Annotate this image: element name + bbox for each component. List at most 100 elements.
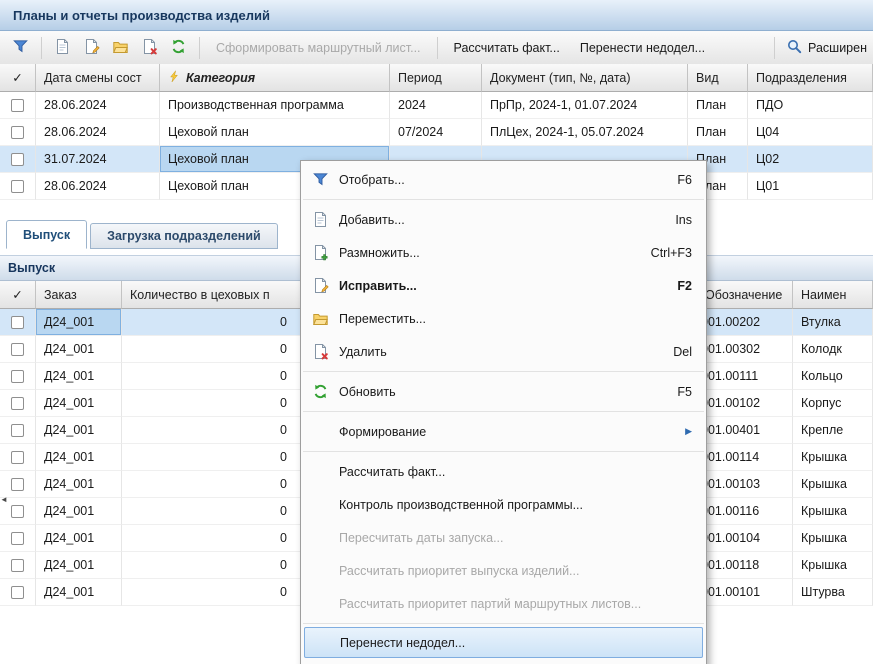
column-header-check[interactable]: ✓ <box>0 64 36 92</box>
cell-designation: 001.00118 <box>697 552 793 579</box>
menu-item-filter[interactable]: Отобрать... F6 <box>301 163 706 196</box>
splitter-collapse-arrow[interactable]: ◄ <box>0 488 10 510</box>
menu-item-refresh[interactable]: Обновить F5 <box>301 375 706 408</box>
menu-item-label: Пересчитать даты запуска... <box>339 531 504 545</box>
filter-button[interactable] <box>7 35 34 61</box>
row-checkbox[interactable] <box>11 478 24 491</box>
row-checkbox-cell <box>0 552 36 579</box>
menu-item-shortcut: Ctrl+F3 <box>631 246 692 260</box>
menu-item-edit[interactable]: Исправить... F2 <box>301 269 706 302</box>
cell-order: Д24_001 <box>36 390 122 417</box>
toolbar-separator <box>774 37 775 59</box>
column-header-designation[interactable]: Обозначение <box>697 281 793 309</box>
row-checkbox-cell <box>0 173 36 200</box>
row-checkbox-cell <box>0 92 36 119</box>
cell-category: Производственная программа <box>160 92 390 119</box>
row-checkbox[interactable] <box>11 343 24 356</box>
cell-name: Втулка <box>793 309 873 336</box>
cell-name: Крышка <box>793 444 873 471</box>
menu-item-calc-fact[interactable]: Рассчитать факт... <box>301 455 706 488</box>
cell-order: Д24_001 <box>36 579 122 606</box>
column-header-check[interactable]: ✓ <box>0 281 36 309</box>
cell-order: Д24_001 <box>36 525 122 552</box>
cell-date: 28.06.2024 <box>36 173 160 200</box>
delete-document-icon <box>310 335 330 368</box>
menu-separator <box>303 199 704 200</box>
menu-item-move[interactable]: Переместить... <box>301 302 706 335</box>
menu-item-delete[interactable]: Удалить Del <box>301 335 706 368</box>
menu-item-duplicate[interactable]: Размножить... Ctrl+F3 <box>301 236 706 269</box>
menu-item-priority-route-batches: Рассчитать приоритет партий маршрутных л… <box>301 587 706 620</box>
cell-division: Ц02 <box>748 146 873 173</box>
row-checkbox[interactable] <box>11 586 24 599</box>
row-checkbox-cell <box>0 363 36 390</box>
cell-period: 07/2024 <box>390 119 482 146</box>
row-checkbox[interactable] <box>11 126 24 139</box>
column-header-name[interactable]: Наимен <box>793 281 873 309</box>
edit-button[interactable] <box>78 35 105 61</box>
row-checkbox[interactable] <box>11 153 24 166</box>
column-header-division[interactable]: Подразделения <box>748 64 873 92</box>
menu-item-label: Переместить... <box>339 312 426 326</box>
carry-over-button[interactable]: Перенести недодел... <box>570 37 715 59</box>
menu-item-add[interactable]: Добавить... Ins <box>301 203 706 236</box>
table-row[interactable]: 28.06.2024 Производственная программа 20… <box>0 92 873 119</box>
row-checkbox[interactable] <box>11 370 24 383</box>
row-checkbox[interactable] <box>11 397 24 410</box>
cell-name: Крышка <box>793 552 873 579</box>
add-button[interactable] <box>49 35 76 61</box>
cell-name: Штурва <box>793 579 873 606</box>
toolbar: Сформировать маршрутный лист... Рассчита… <box>0 31 873 65</box>
cell-name: Крепле <box>793 417 873 444</box>
tab-zagruzka-podrazdeleniy[interactable]: Загрузка подразделений <box>90 223 278 249</box>
menu-item-label: Рассчитать приоритет выпуска изделий... <box>339 564 579 578</box>
row-checkbox[interactable] <box>11 451 24 464</box>
column-header-order[interactable]: Заказ <box>36 281 122 309</box>
row-checkbox[interactable] <box>11 316 24 329</box>
cell-name: Колодк <box>793 336 873 363</box>
column-header-qty[interactable]: Количество в цеховых п <box>122 281 302 309</box>
column-header-period[interactable]: Период <box>390 64 482 92</box>
row-checkbox[interactable] <box>11 505 24 518</box>
row-checkbox[interactable] <box>11 424 24 437</box>
cell-period: 2024 <box>390 92 482 119</box>
menu-separator <box>303 451 704 452</box>
tab-strip: Выпуск Загрузка подразделений <box>6 220 278 249</box>
cell-name: Корпус <box>793 390 873 417</box>
row-checkbox[interactable] <box>11 99 24 112</box>
delete-button[interactable] <box>136 35 163 61</box>
row-checkbox-cell <box>0 146 36 173</box>
refresh-button[interactable] <box>165 35 192 61</box>
menu-item-program-control[interactable]: Контроль производственной программы... <box>301 488 706 521</box>
column-header-kind[interactable]: Вид <box>688 64 748 92</box>
cell-order: Д24_001 <box>36 444 122 471</box>
menu-item-shortcut: F6 <box>657 173 692 187</box>
extended-search-label: Расширен <box>808 41 867 55</box>
cell-qty: 0 <box>122 309 302 336</box>
column-header-category[interactable]: Категория <box>160 64 390 92</box>
cell-qty: 0 <box>122 444 302 471</box>
cell-order-focused: Д24_001 <box>36 309 122 336</box>
row-checkbox-cell <box>0 525 36 552</box>
extended-search-button[interactable]: Расширен <box>768 37 867 59</box>
column-header-date[interactable]: Дата смены сост <box>36 64 160 92</box>
tab-vypusk[interactable]: Выпуск <box>6 220 87 249</box>
menu-item-formation[interactable]: Формирование ▶ <box>301 415 706 448</box>
row-checkbox[interactable] <box>11 180 24 193</box>
delete-document-icon <box>141 38 158 58</box>
form-route-sheet-button[interactable]: Сформировать маршрутный лист... <box>206 37 431 59</box>
cell-qty: 0 <box>122 579 302 606</box>
cell-qty: 0 <box>122 471 302 498</box>
move-button[interactable] <box>107 35 134 61</box>
row-checkbox[interactable] <box>11 559 24 572</box>
calc-fact-button[interactable]: Рассчитать факт... <box>444 37 570 59</box>
cell-kind: План <box>688 119 748 146</box>
cell-designation: 001.00101 <box>697 579 793 606</box>
row-checkbox[interactable] <box>11 532 24 545</box>
folder-icon <box>112 38 129 58</box>
column-header-document[interactable]: Документ (тип, №, дата) <box>482 64 688 92</box>
menu-item-label: Формирование <box>339 425 426 439</box>
cell-name: Крышка <box>793 471 873 498</box>
table-row[interactable]: 28.06.2024 Цеховой план 07/2024 ПлЦех, 2… <box>0 119 873 146</box>
menu-item-carry-over[interactable]: Перенести недодел... <box>304 627 703 658</box>
